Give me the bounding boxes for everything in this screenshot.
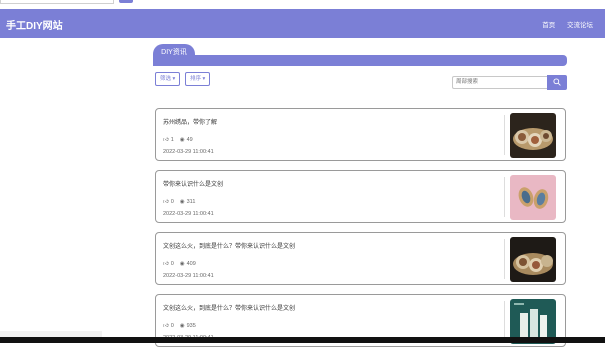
article-stats: 👍︎ 0 ◉ 409 [163,261,196,267]
article-stats: 👍︎ 1 ◉ 49 [163,137,193,143]
filter-button[interactable]: 筛选 ▾ [155,72,181,86]
card-divider [504,239,505,279]
sort-button[interactable]: 排序 ▾ [185,72,211,86]
card-divider [504,177,505,217]
article-thumbnail[interactable] [510,175,556,220]
article-date: 2022-03-29 11:00:41 [163,211,214,217]
section-title: DIY资讯 [153,44,195,64]
like-count: 0 [170,323,174,329]
filter-label: 筛选 [160,76,172,82]
search-icon [553,78,561,86]
search-input[interactable] [452,76,547,89]
article-card[interactable]: 苏州绣品，带你了解 👍︎ 1 ◉ 49 2022-03-29 11:00:41 [155,108,566,161]
search-button[interactable] [547,75,567,90]
thumbs-up-icon[interactable]: 👍︎ [163,323,169,329]
top-search-strip [0,0,605,9]
nav-home[interactable]: 首页 [542,22,555,29]
card-divider [504,301,505,341]
nav-links: 首页 交流论坛 [532,19,593,29]
article-title[interactable]: 文创这么火，到底是什么？带你来认识什么是文创 [163,241,295,250]
article-card[interactable]: 带你来认识什么是文创 👍︎ 0 ◉ 311 2022-03-29 11:00:41 [155,170,566,223]
like-count: 0 [170,261,174,267]
eye-icon: ◉ [179,261,185,267]
bottom-edge [0,337,605,343]
thumbs-up-icon[interactable]: 👍︎ [163,261,169,267]
article-stats: 👍︎ 0 ◉ 935 [163,323,196,329]
view-count: 311 [186,199,196,205]
top-search-button-edge[interactable] [119,0,133,3]
navbar: 手工DIY网站 首页 交流论坛 [0,9,605,38]
section-header-bar [153,55,567,66]
article-stats: 👍︎ 0 ◉ 311 [163,199,195,205]
article-card[interactable]: 文创这么火，到底是什么？带你来认识什么是文创 👍︎ 0 ◉ 409 2022-03-… [155,232,566,285]
eye-icon: ◉ [179,137,185,143]
eye-icon: ◉ [179,323,185,329]
article-title[interactable]: 苏州绣品，带你了解 [163,117,217,126]
article-thumbnail[interactable] [510,113,556,158]
site-brand[interactable]: 手工DIY网站 [6,17,63,32]
thumbs-up-icon[interactable]: 👍︎ [163,137,169,143]
like-count: 1 [170,137,174,143]
thumbs-up-icon[interactable]: 👍︎ [163,199,169,205]
article-title[interactable]: 文创这么火，到底是什么？带你来认识什么是文创 [163,303,295,312]
article-date: 2022-03-29 11:00:41 [163,149,214,155]
article-thumbnail[interactable] [510,237,556,282]
caret-down-icon: ▾ [201,76,206,82]
view-count: 935 [186,323,196,329]
view-count: 409 [186,261,196,267]
view-count: 49 [186,137,193,143]
card-divider [504,115,505,155]
sort-label: 排序 [190,76,202,82]
article-title[interactable]: 带你来认识什么是文创 [163,179,223,188]
eye-icon: ◉ [179,199,185,205]
article-date: 2022-03-29 11:00:41 [163,273,214,279]
nav-forum[interactable]: 交流论坛 [567,22,593,29]
like-count: 0 [170,199,174,205]
top-search-input-edge[interactable] [0,0,114,4]
caret-down-icon: ▾ [171,76,176,82]
